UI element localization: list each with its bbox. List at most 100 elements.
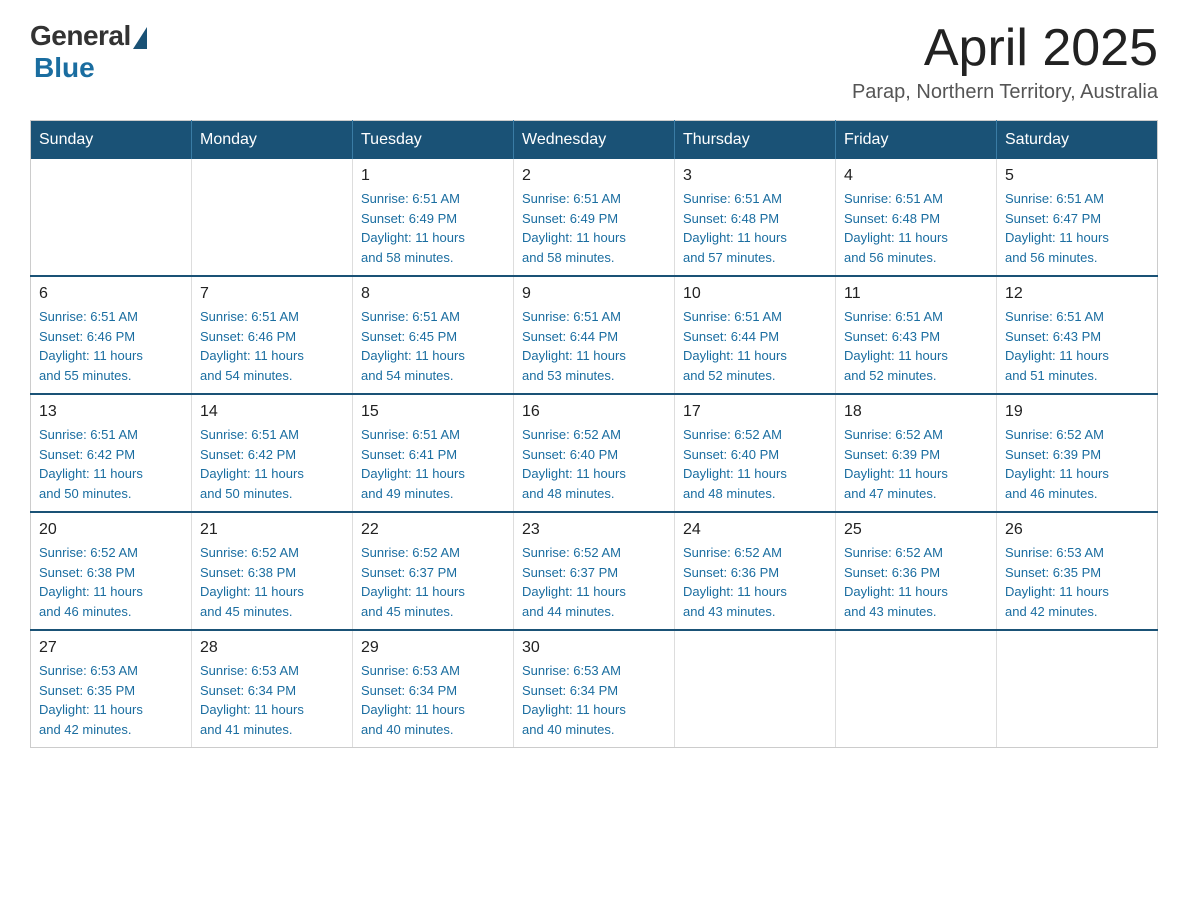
day-info: Sunrise: 6:52 AMSunset: 6:36 PMDaylight:…	[683, 543, 827, 621]
page-header: General Blue April 2025 Parap, Northern …	[30, 20, 1158, 104]
calendar-cell: 18Sunrise: 6:52 AMSunset: 6:39 PMDayligh…	[836, 394, 997, 512]
day-info: Sunrise: 6:52 AMSunset: 6:38 PMDaylight:…	[39, 543, 183, 621]
month-title: April 2025	[852, 20, 1158, 77]
day-number: 10	[683, 285, 827, 303]
calendar-cell	[31, 159, 192, 276]
calendar-cell: 27 Sunrise: 6:53 AMSunset: 6:35 PMDayligh…	[31, 630, 192, 748]
day-number: 7	[200, 285, 344, 303]
day-info: Sunrise: 6:51 AMSunset: 6:44 PMDaylight:…	[522, 307, 666, 385]
calendar-week-2: 6 Sunrise: 6:51 AMSunset: 6:46 PMDaylight…	[31, 276, 1158, 394]
day-header-friday: Friday	[836, 121, 997, 160]
calendar-cell: 10 Sunrise: 6:51 AMSunset: 6:44 PMDayligh…	[675, 276, 836, 394]
day-number: 2	[522, 167, 666, 185]
day-header-tuesday: Tuesday	[353, 121, 514, 160]
calendar-cell: 6Sunrise: 6:51 AMSunset: 6:46 PMDaylight…	[31, 276, 192, 394]
calendar-cell	[675, 630, 836, 748]
day-number: 16	[522, 403, 666, 421]
day-info: Sunrise: 6:51 AMSunset: 6:44 PMDaylight:…	[683, 307, 827, 385]
day-number: 21	[200, 521, 344, 539]
calendar-cell: 23Sunrise: 6:52 AMSunset: 6:37 PMDayligh…	[514, 512, 675, 630]
day-header-thursday: Thursday	[675, 121, 836, 160]
day-info: Sunrise: 6:52 AMSunset: 6:38 PMDaylight:…	[200, 543, 344, 621]
calendar-cell: 28Sunrise: 6:53 AMSunset: 6:34 PMDayligh…	[192, 630, 353, 748]
day-info: Sunrise: 6:52 AMSunset: 6:40 PMDaylight:…	[683, 425, 827, 503]
day-info: Sunrise: 6:51 AMSunset: 6:49 PMDaylight:…	[361, 189, 505, 267]
calendar-cell: 16 Sunrise: 6:52 AMSunset: 6:40 PMDayligh…	[514, 394, 675, 512]
day-info: Sunrise: 6:52 AMSunset: 6:36 PMDaylight:…	[844, 543, 988, 621]
calendar-cell: 26 Sunrise: 6:53 AMSunset: 6:35 PMDayligh…	[997, 512, 1158, 630]
calendar-week-4: 20Sunrise: 6:52 AMSunset: 6:38 PMDayligh…	[31, 512, 1158, 630]
day-info: Sunrise: 6:52 AMSunset: 6:40 PMDaylight:…	[522, 425, 666, 503]
calendar-cell: 14Sunrise: 6:51 AMSunset: 6:42 PMDayligh…	[192, 394, 353, 512]
day-number: 22	[361, 521, 505, 539]
day-number: 8	[361, 285, 505, 303]
day-number: 12	[1005, 285, 1149, 303]
calendar-cell: 3 Sunrise: 6:51 AMSunset: 6:48 PMDaylight…	[675, 159, 836, 276]
logo-general-text: General	[30, 20, 131, 52]
calendar-cell: 5 Sunrise: 6:51 AMSunset: 6:47 PMDaylight…	[997, 159, 1158, 276]
day-info: Sunrise: 6:51 AMSunset: 6:43 PMDaylight:…	[1005, 307, 1149, 385]
day-number: 26	[1005, 521, 1149, 539]
day-info: Sunrise: 6:51 AMSunset: 6:43 PMDaylight:…	[844, 307, 988, 385]
day-info: Sunrise: 6:53 AMSunset: 6:34 PMDaylight:…	[200, 661, 344, 739]
day-header-wednesday: Wednesday	[514, 121, 675, 160]
calendar-header-row: SundayMondayTuesdayWednesdayThursdayFrid…	[31, 121, 1158, 160]
day-info: Sunrise: 6:53 AMSunset: 6:34 PMDaylight:…	[522, 661, 666, 739]
location-text: Parap, Northern Territory, Australia	[852, 81, 1158, 104]
day-info: Sunrise: 6:51 AMSunset: 6:41 PMDaylight:…	[361, 425, 505, 503]
day-number: 29	[361, 639, 505, 657]
calendar-cell: 13Sunrise: 6:51 AMSunset: 6:42 PMDayligh…	[31, 394, 192, 512]
day-info: Sunrise: 6:51 AMSunset: 6:46 PMDaylight:…	[200, 307, 344, 385]
day-number: 30	[522, 639, 666, 657]
day-info: Sunrise: 6:51 AMSunset: 6:42 PMDaylight:…	[200, 425, 344, 503]
day-info: Sunrise: 6:52 AMSunset: 6:37 PMDaylight:…	[361, 543, 505, 621]
calendar-cell: 29 Sunrise: 6:53 AMSunset: 6:34 PMDayligh…	[353, 630, 514, 748]
day-number: 1	[361, 167, 505, 185]
day-number: 3	[683, 167, 827, 185]
day-number: 24	[683, 521, 827, 539]
day-info: Sunrise: 6:53 AMSunset: 6:35 PMDaylight:…	[39, 661, 183, 739]
day-info: Sunrise: 6:51 AMSunset: 6:47 PMDaylight:…	[1005, 189, 1149, 267]
day-info: Sunrise: 6:53 AMSunset: 6:34 PMDaylight:…	[361, 661, 505, 739]
calendar-week-3: 13 Sunrise: 6:51 AMSunset: 6:42 PMDayligh…	[31, 394, 1158, 512]
day-number: 18	[844, 403, 988, 421]
day-number: 13	[39, 403, 183, 421]
day-info: Sunrise: 6:52 AMSunset: 6:37 PMDaylight:…	[522, 543, 666, 621]
day-number: 11	[844, 285, 988, 303]
calendar-cell	[192, 159, 353, 276]
day-info: Sunrise: 6:51 AMSunset: 6:48 PMDaylight:…	[844, 189, 988, 267]
day-number: 6	[39, 285, 183, 303]
title-section: April 2025 Parap, Northern Territory, Au…	[852, 20, 1158, 104]
day-info: Sunrise: 6:51 AMSunset: 6:45 PMDaylight:…	[361, 307, 505, 385]
day-info: Sunrise: 6:52 AMSunset: 6:39 PMDaylight:…	[1005, 425, 1149, 503]
day-number: 19	[1005, 403, 1149, 421]
day-number: 5	[1005, 167, 1149, 185]
calendar-cell: 9 Sunrise: 6:51 AMSunset: 6:44 PMDaylight…	[514, 276, 675, 394]
calendar-cell: 30 Sunrise: 6:53 AMSunset: 6:34 PMDayligh…	[514, 630, 675, 748]
day-header-sunday: Sunday	[31, 121, 192, 160]
logo-blue-text: Blue	[34, 52, 95, 84]
calendar-cell: 4Sunrise: 6:51 AMSunset: 6:48 PMDaylight…	[836, 159, 997, 276]
calendar-cell: 24 Sunrise: 6:52 AMSunset: 6:36 PMDayligh…	[675, 512, 836, 630]
calendar-cell: 19 Sunrise: 6:52 AMSunset: 6:39 PMDayligh…	[997, 394, 1158, 512]
calendar-cell: 7 Sunrise: 6:51 AMSunset: 6:46 PMDaylight…	[192, 276, 353, 394]
day-number: 27	[39, 639, 183, 657]
day-header-saturday: Saturday	[997, 121, 1158, 160]
calendar-cell	[997, 630, 1158, 748]
calendar-cell: 22 Sunrise: 6:52 AMSunset: 6:37 PMDayligh…	[353, 512, 514, 630]
calendar-cell: 11 Sunrise: 6:51 AMSunset: 6:43 PMDayligh…	[836, 276, 997, 394]
day-header-monday: Monday	[192, 121, 353, 160]
day-info: Sunrise: 6:51 AMSunset: 6:48 PMDaylight:…	[683, 189, 827, 267]
day-info: Sunrise: 6:53 AMSunset: 6:35 PMDaylight:…	[1005, 543, 1149, 621]
calendar-table: SundayMondayTuesdayWednesdayThursdayFrid…	[30, 120, 1158, 748]
calendar-cell: 21 Sunrise: 6:52 AMSunset: 6:38 PMDayligh…	[192, 512, 353, 630]
day-info: Sunrise: 6:51 AMSunset: 6:49 PMDaylight:…	[522, 189, 666, 267]
calendar-cell	[836, 630, 997, 748]
day-number: 17	[683, 403, 827, 421]
day-number: 25	[844, 521, 988, 539]
logo: General Blue	[30, 20, 147, 84]
calendar-week-1: 1 Sunrise: 6:51 AMSunset: 6:49 PMDaylight…	[31, 159, 1158, 276]
calendar-cell: 1 Sunrise: 6:51 AMSunset: 6:49 PMDaylight…	[353, 159, 514, 276]
calendar-cell: 15Sunrise: 6:51 AMSunset: 6:41 PMDayligh…	[353, 394, 514, 512]
day-number: 9	[522, 285, 666, 303]
